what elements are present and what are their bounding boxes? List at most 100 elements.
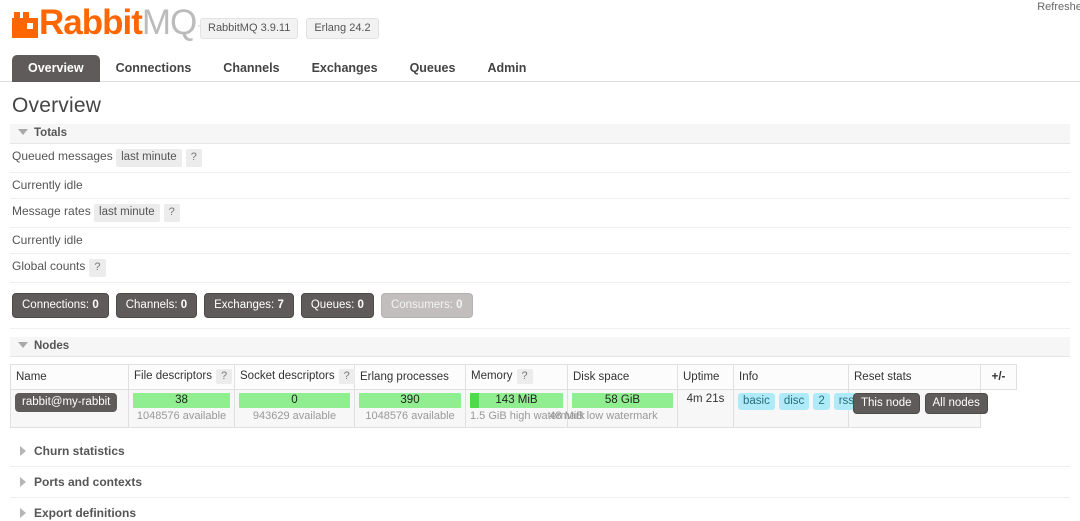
column-header-name[interactable]: Name xyxy=(10,364,129,390)
node-name-link[interactable]: rabbit@my-rabbit xyxy=(15,393,118,412)
info-badge-count[interactable]: 2 xyxy=(813,393,830,410)
cell-socket-descriptors: 0 943629 available xyxy=(234,389,355,428)
section-label-ports-and-contexts: Ports and contexts xyxy=(34,475,143,489)
disk-space-bar: 58 GiB xyxy=(572,393,673,408)
count-label-queues: Queues: xyxy=(310,299,355,311)
reset-all-nodes-button[interactable]: All nodes xyxy=(924,393,988,414)
cell-reset-stats: This node All nodes xyxy=(848,389,988,428)
disk-space-sub: 48 MiB low watermark xyxy=(549,410,658,422)
disk-space-value: 58 GiB xyxy=(604,394,641,406)
file-descriptors-value: 38 xyxy=(175,394,188,406)
message-rates-help-icon[interactable]: ? xyxy=(163,204,180,222)
section-label-nodes: Nodes xyxy=(34,340,70,352)
cell-node-name: rabbit@my-rabbit xyxy=(10,389,129,428)
chevron-right-icon xyxy=(20,507,26,518)
tab-queues[interactable]: Queues xyxy=(394,55,472,82)
count-label-channels: Channels: xyxy=(125,299,178,311)
queued-messages-status: Currently idle xyxy=(10,173,1070,199)
rabbit-logo-icon xyxy=(12,12,38,38)
cell-disk-space: 58 GiB 48 MiB low watermark xyxy=(549,389,678,428)
reset-this-node-button[interactable]: This node xyxy=(853,393,920,414)
page-title: Overview xyxy=(12,94,102,117)
message-rates-status: Currently idle xyxy=(10,228,1070,254)
column-header-info[interactable]: Info xyxy=(733,364,849,390)
count-label-exchanges: Exchanges: xyxy=(214,299,275,311)
section-ports-and-contexts[interactable]: Ports and contexts xyxy=(10,467,1070,498)
tab-overview[interactable]: Overview xyxy=(12,55,100,82)
count-button-queues[interactable]: Queues: 0 xyxy=(300,293,374,318)
nodes-table: Name File descriptors? Socket descriptor… xyxy=(10,364,1017,428)
cell-uptime: 4m 21s xyxy=(677,389,734,428)
tab-channels[interactable]: Channels xyxy=(207,55,295,82)
socket-descriptors-bar: 0 xyxy=(239,393,350,408)
chevron-right-icon xyxy=(20,445,26,456)
global-counts-row: Global counts? xyxy=(10,254,1070,283)
top-bar: Rabbit MQ TM RabbitMQ 3.9.11 Erlang 24.2… xyxy=(0,0,1080,46)
erlang-processes-value: 390 xyxy=(400,394,420,406)
count-button-channels[interactable]: Channels: 0 xyxy=(115,293,198,318)
count-value-queues: 0 xyxy=(357,299,364,311)
count-value-connections: 0 xyxy=(92,299,99,311)
memory-value: 143 MiB xyxy=(495,394,538,406)
version-badges: RabbitMQ 3.9.11 Erlang 24.2 xyxy=(200,18,379,39)
section-label-export-definitions: Export definitions xyxy=(34,506,136,520)
chevron-down-icon xyxy=(18,341,28,348)
section-label-churn-statistics: Churn statistics xyxy=(34,444,125,458)
global-counts-help-icon[interactable]: ? xyxy=(89,259,106,277)
column-header-file-descriptors[interactable]: File descriptors? xyxy=(128,364,235,390)
cell-erlang-processes: 390 1048576 available xyxy=(354,389,466,428)
table-row: rabbit@my-rabbit 38 1048576 available 0 … xyxy=(10,389,1017,428)
column-header-memory[interactable]: Memory? xyxy=(465,364,568,390)
section-label-totals: Totals xyxy=(34,127,68,139)
section-header-nodes[interactable]: Nodes xyxy=(10,337,1070,357)
info-badge-disc[interactable]: disc xyxy=(778,393,810,410)
chevron-right-icon xyxy=(20,476,26,487)
count-button-connections[interactable]: Connections: 0 xyxy=(12,293,109,318)
column-header-reset-stats[interactable]: Reset stats xyxy=(848,364,981,390)
file-descriptors-help-icon[interactable]: ? xyxy=(215,369,233,384)
memory-help-icon[interactable]: ? xyxy=(516,369,533,384)
column-header-erlang-processes[interactable]: Erlang processes xyxy=(354,364,466,390)
tab-connections[interactable]: Connections xyxy=(100,55,208,82)
message-rates-period-selector[interactable]: last minute xyxy=(94,204,160,222)
queued-messages-row: Queued messages last minute? xyxy=(10,144,1070,173)
tab-admin[interactable]: Admin xyxy=(471,55,542,82)
info-badge-basic[interactable]: basic xyxy=(738,393,775,410)
cell-info: basic disc 2 rss xyxy=(733,389,860,428)
queued-messages-help-icon[interactable]: ? xyxy=(185,149,202,167)
file-descriptors-sub: 1048576 available xyxy=(136,410,227,422)
queued-messages-period-selector[interactable]: last minute xyxy=(116,149,182,167)
count-value-channels: 0 xyxy=(180,299,188,311)
socket-descriptors-sub: 943629 available xyxy=(252,410,337,422)
reset-stats-buttons: This node All nodes xyxy=(853,393,988,414)
column-label-name: Name xyxy=(16,370,47,383)
count-button-consumers: Consumers: 0 xyxy=(380,293,473,318)
info-badges: basic disc 2 rss xyxy=(738,393,860,410)
column-toggle-button[interactable]: +/- xyxy=(980,364,1017,390)
count-value-exchanges: 7 xyxy=(277,299,284,311)
socket-descriptors-value: 0 xyxy=(291,394,298,406)
socket-descriptors-help-icon[interactable]: ? xyxy=(338,369,355,384)
column-header-uptime[interactable]: Uptime xyxy=(677,364,734,390)
erlang-version-badge: Erlang 24.2 xyxy=(306,18,379,39)
count-button-exchanges[interactable]: Exchanges: 7 xyxy=(204,293,294,318)
column-label-memory: Memory xyxy=(471,370,513,382)
queued-messages-label: Queued messages xyxy=(12,149,113,163)
section-header-totals[interactable]: Totals xyxy=(10,124,1070,144)
rabbitmq-version-badge: RabbitMQ 3.9.11 xyxy=(200,18,299,39)
tab-exchanges[interactable]: Exchanges xyxy=(296,55,394,82)
logo-text-rabbit: Rabbit xyxy=(39,3,143,42)
rabbitmq-logo[interactable]: Rabbit MQ TM xyxy=(12,4,211,42)
column-label-disk-space: Disk space xyxy=(573,370,630,383)
section-export-definitions[interactable]: Export definitions xyxy=(10,498,1070,521)
column-label-erlang-processes: Erlang processes xyxy=(360,370,449,383)
column-header-disk-space[interactable]: Disk space xyxy=(567,364,678,390)
section-churn-statistics[interactable]: Churn statistics xyxy=(10,436,1070,467)
column-label-uptime: Uptime xyxy=(683,370,720,383)
column-header-socket-descriptors[interactable]: Socket descriptors? xyxy=(234,364,355,390)
logo-text-mq: MQ xyxy=(141,3,197,42)
chevron-down-icon xyxy=(18,128,28,135)
memory-bar-fill xyxy=(470,393,480,408)
main-content: Overview Totals Queued messages last min… xyxy=(0,94,1080,521)
main-navigation-tabs: Overview Connections Channels Exchanges Queu… xyxy=(0,54,1080,82)
